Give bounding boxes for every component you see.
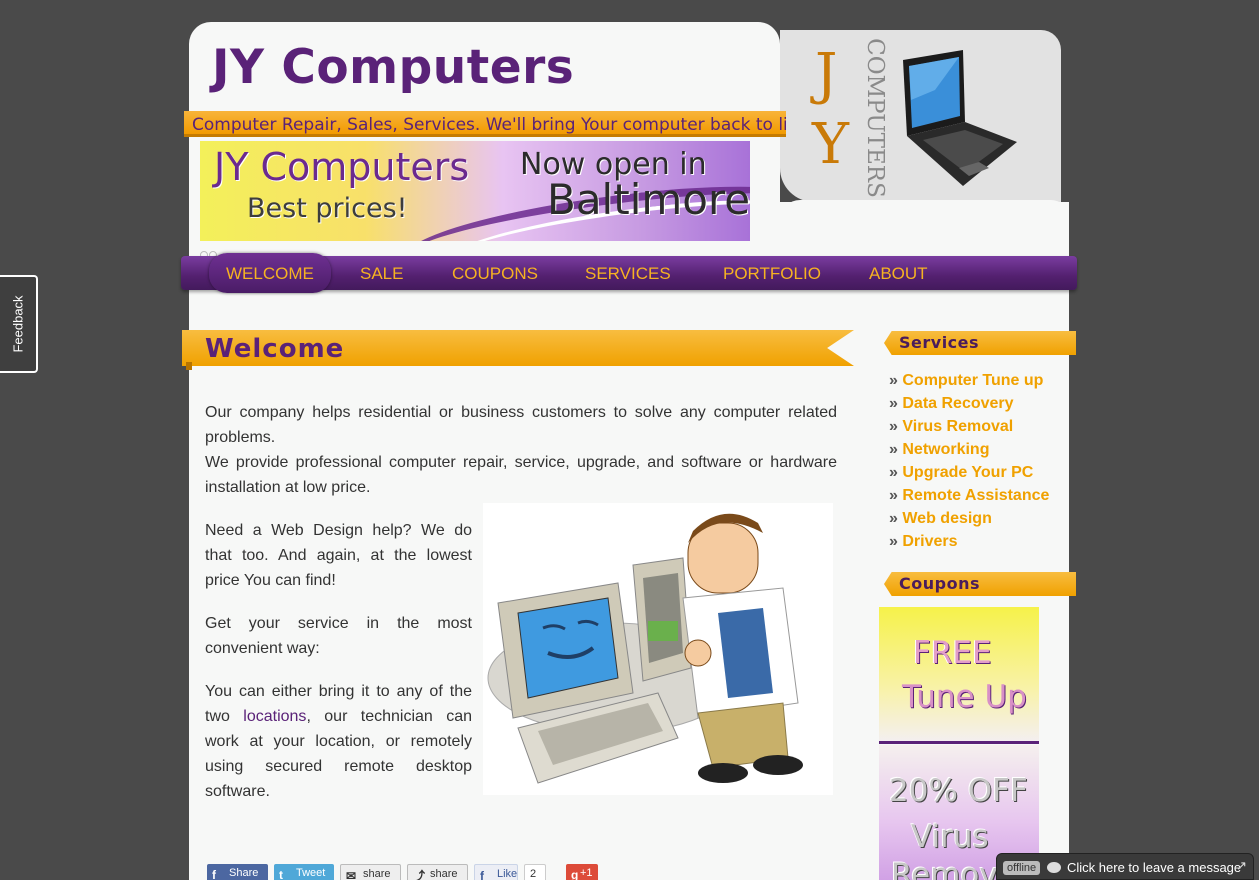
bullet: »	[889, 395, 898, 412]
tagline-text: Computer Repair, Sales, Services. We'll …	[192, 115, 786, 135]
facebook-like-button[interactable]: f Like	[474, 864, 518, 880]
chat-widget[interactable]: offline Click here to leave a message ↗	[996, 853, 1254, 880]
nav-item-coupons[interactable]: COUPONS	[452, 256, 538, 290]
facebook-share-button[interactable]: f Share	[207, 864, 268, 880]
service-link-tune-up[interactable]: Computer Tune up	[902, 372, 1043, 389]
coupons-heading: Coupons	[899, 574, 980, 593]
service-link-upgrade[interactable]: Upgrade Your PC	[902, 464, 1033, 481]
nav-item-about[interactable]: ABOUT	[869, 256, 928, 290]
nav-item-portfolio[interactable]: PORTFOLIO	[723, 256, 821, 290]
share-icon: ⤴	[413, 869, 426, 880]
bullet: »	[889, 533, 898, 550]
service-link-drivers[interactable]: Drivers	[902, 533, 957, 550]
chat-status-badge: offline	[1003, 861, 1041, 875]
facebook-share-label: Share	[229, 867, 259, 879]
bullet: »	[889, 372, 898, 389]
coupons-heading-ribbon: Coupons	[884, 572, 1076, 596]
coupon-2-line-1: 20% OFF	[889, 773, 1028, 809]
google-plus-label: +1	[580, 867, 593, 879]
coupon-divider	[879, 741, 1039, 744]
locations-paragraph: You can either bring it to any of the tw…	[205, 679, 472, 804]
banner-city: Baltimore!	[547, 175, 750, 224]
service-link-web-design[interactable]: Web design	[902, 510, 992, 527]
tagline-ribbon: Computer Repair, Sales, Services. We'll …	[184, 111, 786, 137]
service-link-networking[interactable]: Networking	[902, 441, 989, 458]
bullet: »	[889, 464, 898, 481]
list-item[interactable]: » Computer Tune up	[889, 369, 1049, 392]
list-item[interactable]: » Networking	[889, 438, 1049, 461]
list-item[interactable]: » Web design	[889, 507, 1049, 530]
like-label: Like	[497, 868, 518, 880]
coupon-2-line-2: Virus	[911, 819, 989, 855]
site-title[interactable]: JY Computers	[212, 40, 574, 95]
coupon-2-line-3: Remov	[891, 857, 998, 880]
chat-message-link[interactable]: Click here to leave a message	[1067, 860, 1241, 875]
logo-letter-y: Y	[812, 112, 849, 177]
services-list: » Computer Tune up » Data Recovery » Vir…	[889, 369, 1049, 553]
banner-title: JY Computers	[214, 145, 470, 189]
services-heading: Services	[899, 333, 980, 352]
facebook-like-icon: f	[480, 869, 484, 880]
bullet: »	[889, 510, 898, 527]
bullet: »	[889, 487, 898, 504]
intro-paragraph-1: Our company helps residential or busines…	[205, 404, 837, 446]
popout-icon[interactable]: ↗	[1236, 858, 1247, 874]
ribbon-fold	[186, 362, 192, 370]
logo-vertical-text: COMPUTERS	[862, 38, 888, 198]
list-item[interactable]: » Remote Assistance	[889, 484, 1049, 507]
banner-subtitle: Best prices!	[247, 193, 408, 224]
coupon-free-tune-up[interactable]: FREE Tune Up	[879, 607, 1039, 743]
social-share-bar: f Share t Tweet ✉ share ⤴ share f Like 2 g +1	[207, 864, 598, 880]
content-right-edge	[1050, 210, 1069, 880]
content-right-top	[780, 200, 1069, 220]
main-nav: WELCOME SALE COUPONS SERVICES PORTFOLIO …	[181, 253, 1077, 293]
technician-illustration	[483, 503, 833, 795]
google-plus-icon: g	[571, 868, 579, 880]
logo-letter-j: J	[815, 42, 838, 107]
locations-link[interactable]: locations	[243, 708, 306, 725]
service-link-remote-assistance[interactable]: Remote Assistance	[902, 487, 1049, 504]
list-item[interactable]: » Virus Removal	[889, 415, 1049, 438]
service-link-data-recovery[interactable]: Data Recovery	[902, 395, 1013, 412]
page-title: Welcome	[205, 334, 345, 364]
feedback-label: Feedback	[10, 295, 26, 353]
coupon-1-line-2: Tune Up	[902, 679, 1027, 715]
intro-text: Our company helps residential or busines…	[205, 400, 837, 500]
chat-bubble-icon	[1047, 862, 1061, 873]
email-share-label: share	[363, 868, 391, 880]
services-heading-ribbon: Services	[884, 331, 1076, 355]
bullet: »	[889, 441, 898, 458]
laptop-icon	[903, 50, 1017, 186]
facebook-icon: f	[212, 868, 216, 880]
twitter-tweet-button[interactable]: t Tweet	[274, 864, 334, 880]
like-count: 2	[524, 864, 546, 880]
service-link-virus-removal[interactable]: Virus Removal	[902, 418, 1013, 435]
convenient-paragraph: Get your service in the most convenient …	[205, 615, 472, 657]
nav-item-services[interactable]: SERVICES	[585, 256, 671, 290]
share-label: share	[430, 868, 458, 880]
envelope-icon: ✉	[346, 869, 357, 880]
nav-item-welcome[interactable]: WELCOME	[209, 253, 331, 293]
list-item[interactable]: » Data Recovery	[889, 392, 1049, 415]
bullet: »	[889, 418, 898, 435]
nav-item-sale[interactable]: SALE	[360, 256, 403, 290]
feedback-tab[interactable]: Feedback	[0, 275, 38, 373]
list-item[interactable]: » Drivers	[889, 530, 1049, 553]
web-design-paragraph: Need a Web Design help? We do that too. …	[205, 522, 472, 589]
tweet-label: Tweet	[296, 867, 326, 879]
google-plus-button[interactable]: g +1	[566, 864, 598, 880]
twitter-icon: t	[279, 868, 283, 880]
email-share-button[interactable]: ✉ share	[340, 864, 401, 880]
list-item[interactable]: » Upgrade Your PC	[889, 461, 1049, 484]
share-button[interactable]: ⤴ share	[407, 864, 468, 880]
coupon-1-line-1: FREE	[913, 635, 992, 671]
welcome-heading-ribbon: Welcome	[182, 330, 854, 366]
promo-banner[interactable]: JY Computers Best prices! Now open in Ba…	[200, 141, 750, 241]
intro-paragraph-2: We provide professional computer repair,…	[205, 454, 837, 496]
